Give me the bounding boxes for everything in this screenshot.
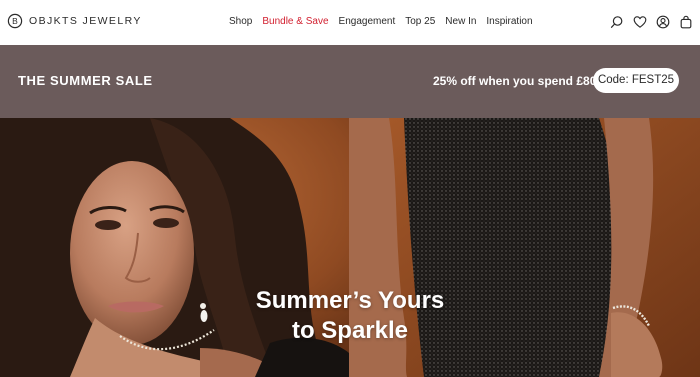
brand-logo[interactable]: B OBJKTS JEWELRY (7, 13, 142, 29)
menu-item-inspiration[interactable]: Inspiration (486, 16, 532, 27)
menu-item-bundle-save[interactable]: Bundle & Save (262, 16, 328, 27)
hero-heading-line-1: Summer’s Yours (255, 287, 445, 315)
heart-icon[interactable] (633, 15, 647, 29)
hero-heading-line-2: to Sparkle (291, 317, 409, 345)
menu-item-shop[interactable]: Shop (229, 16, 252, 27)
svg-text:B: B (12, 16, 18, 26)
promo-code-button[interactable]: Code: FEST25 (593, 68, 679, 93)
menu-item-engagement[interactable]: Engagement (339, 16, 396, 27)
top-nav: B OBJKTS JEWELRY Shop Bundle & Save Enga… (0, 0, 700, 45)
account-icon[interactable] (656, 15, 670, 29)
bag-icon[interactable] (679, 15, 693, 29)
menu-item-new-in[interactable]: New In (445, 16, 476, 27)
search-icon[interactable] (610, 15, 624, 29)
main-menu: Shop Bundle & Save Engagement Top 25 New… (229, 16, 543, 27)
sale-title: THE SUMMER SALE (18, 73, 153, 88)
promo-offer: 25% off when you spend £80+ (433, 74, 604, 88)
nav-icon-group (610, 15, 700, 29)
menu-item-top-25[interactable]: Top 25 (405, 16, 435, 27)
promo-banner: THE SUMMER SALE 25% off when you spend £… (0, 45, 700, 118)
brand-name: OBJKTS JEWELRY (29, 15, 142, 27)
logo-icon: B (7, 13, 23, 29)
hero-banner[interactable]: Summer’s Yours to Sparkle (0, 118, 700, 377)
hero-heading: Summer’s Yours to Sparkle (0, 286, 700, 346)
